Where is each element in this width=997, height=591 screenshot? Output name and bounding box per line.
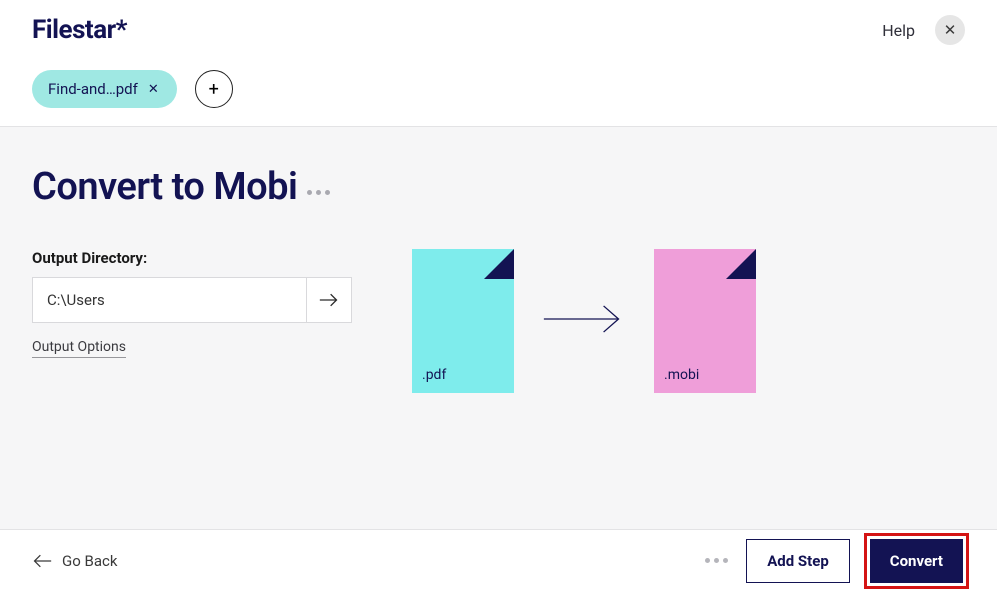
target-ext-label: .mobi: [664, 367, 699, 383]
footer-more-icon[interactable]: [705, 558, 728, 563]
go-back-button[interactable]: Go Back: [32, 552, 117, 570]
go-back-label: Go Back: [62, 552, 117, 570]
convert-button[interactable]: Convert: [870, 539, 963, 583]
help-link[interactable]: Help: [882, 21, 915, 40]
arrow-right-icon: [319, 293, 339, 307]
source-file-card: .pdf: [412, 249, 514, 393]
file-chip-label: Find-and…pdf: [48, 80, 138, 98]
arrow-left-icon: [32, 554, 52, 568]
output-options-link[interactable]: Output Options: [32, 339, 126, 358]
convert-highlight: Convert: [864, 533, 969, 589]
app-logo: Filestar*: [32, 15, 127, 45]
remove-file-icon[interactable]: ✕: [148, 82, 159, 97]
title-more-icon[interactable]: [307, 180, 330, 195]
file-chip[interactable]: Find-and…pdf ✕: [32, 70, 177, 108]
plus-icon: +: [209, 79, 219, 100]
source-ext-label: .pdf: [422, 367, 446, 383]
close-button[interactable]: ✕: [935, 15, 965, 45]
close-icon: ✕: [944, 21, 957, 39]
arrow-right-icon: [542, 304, 626, 338]
output-dir-input[interactable]: [32, 277, 306, 323]
page-title: Convert to Mobi: [32, 165, 297, 209]
add-file-button[interactable]: +: [195, 70, 233, 108]
output-dir-label: Output Directory:: [32, 249, 352, 267]
browse-dir-button[interactable]: [306, 277, 352, 323]
conversion-visual: .pdf .mobi: [412, 249, 965, 393]
target-file-card: .mobi: [654, 249, 756, 393]
add-step-button[interactable]: Add Step: [746, 539, 850, 583]
